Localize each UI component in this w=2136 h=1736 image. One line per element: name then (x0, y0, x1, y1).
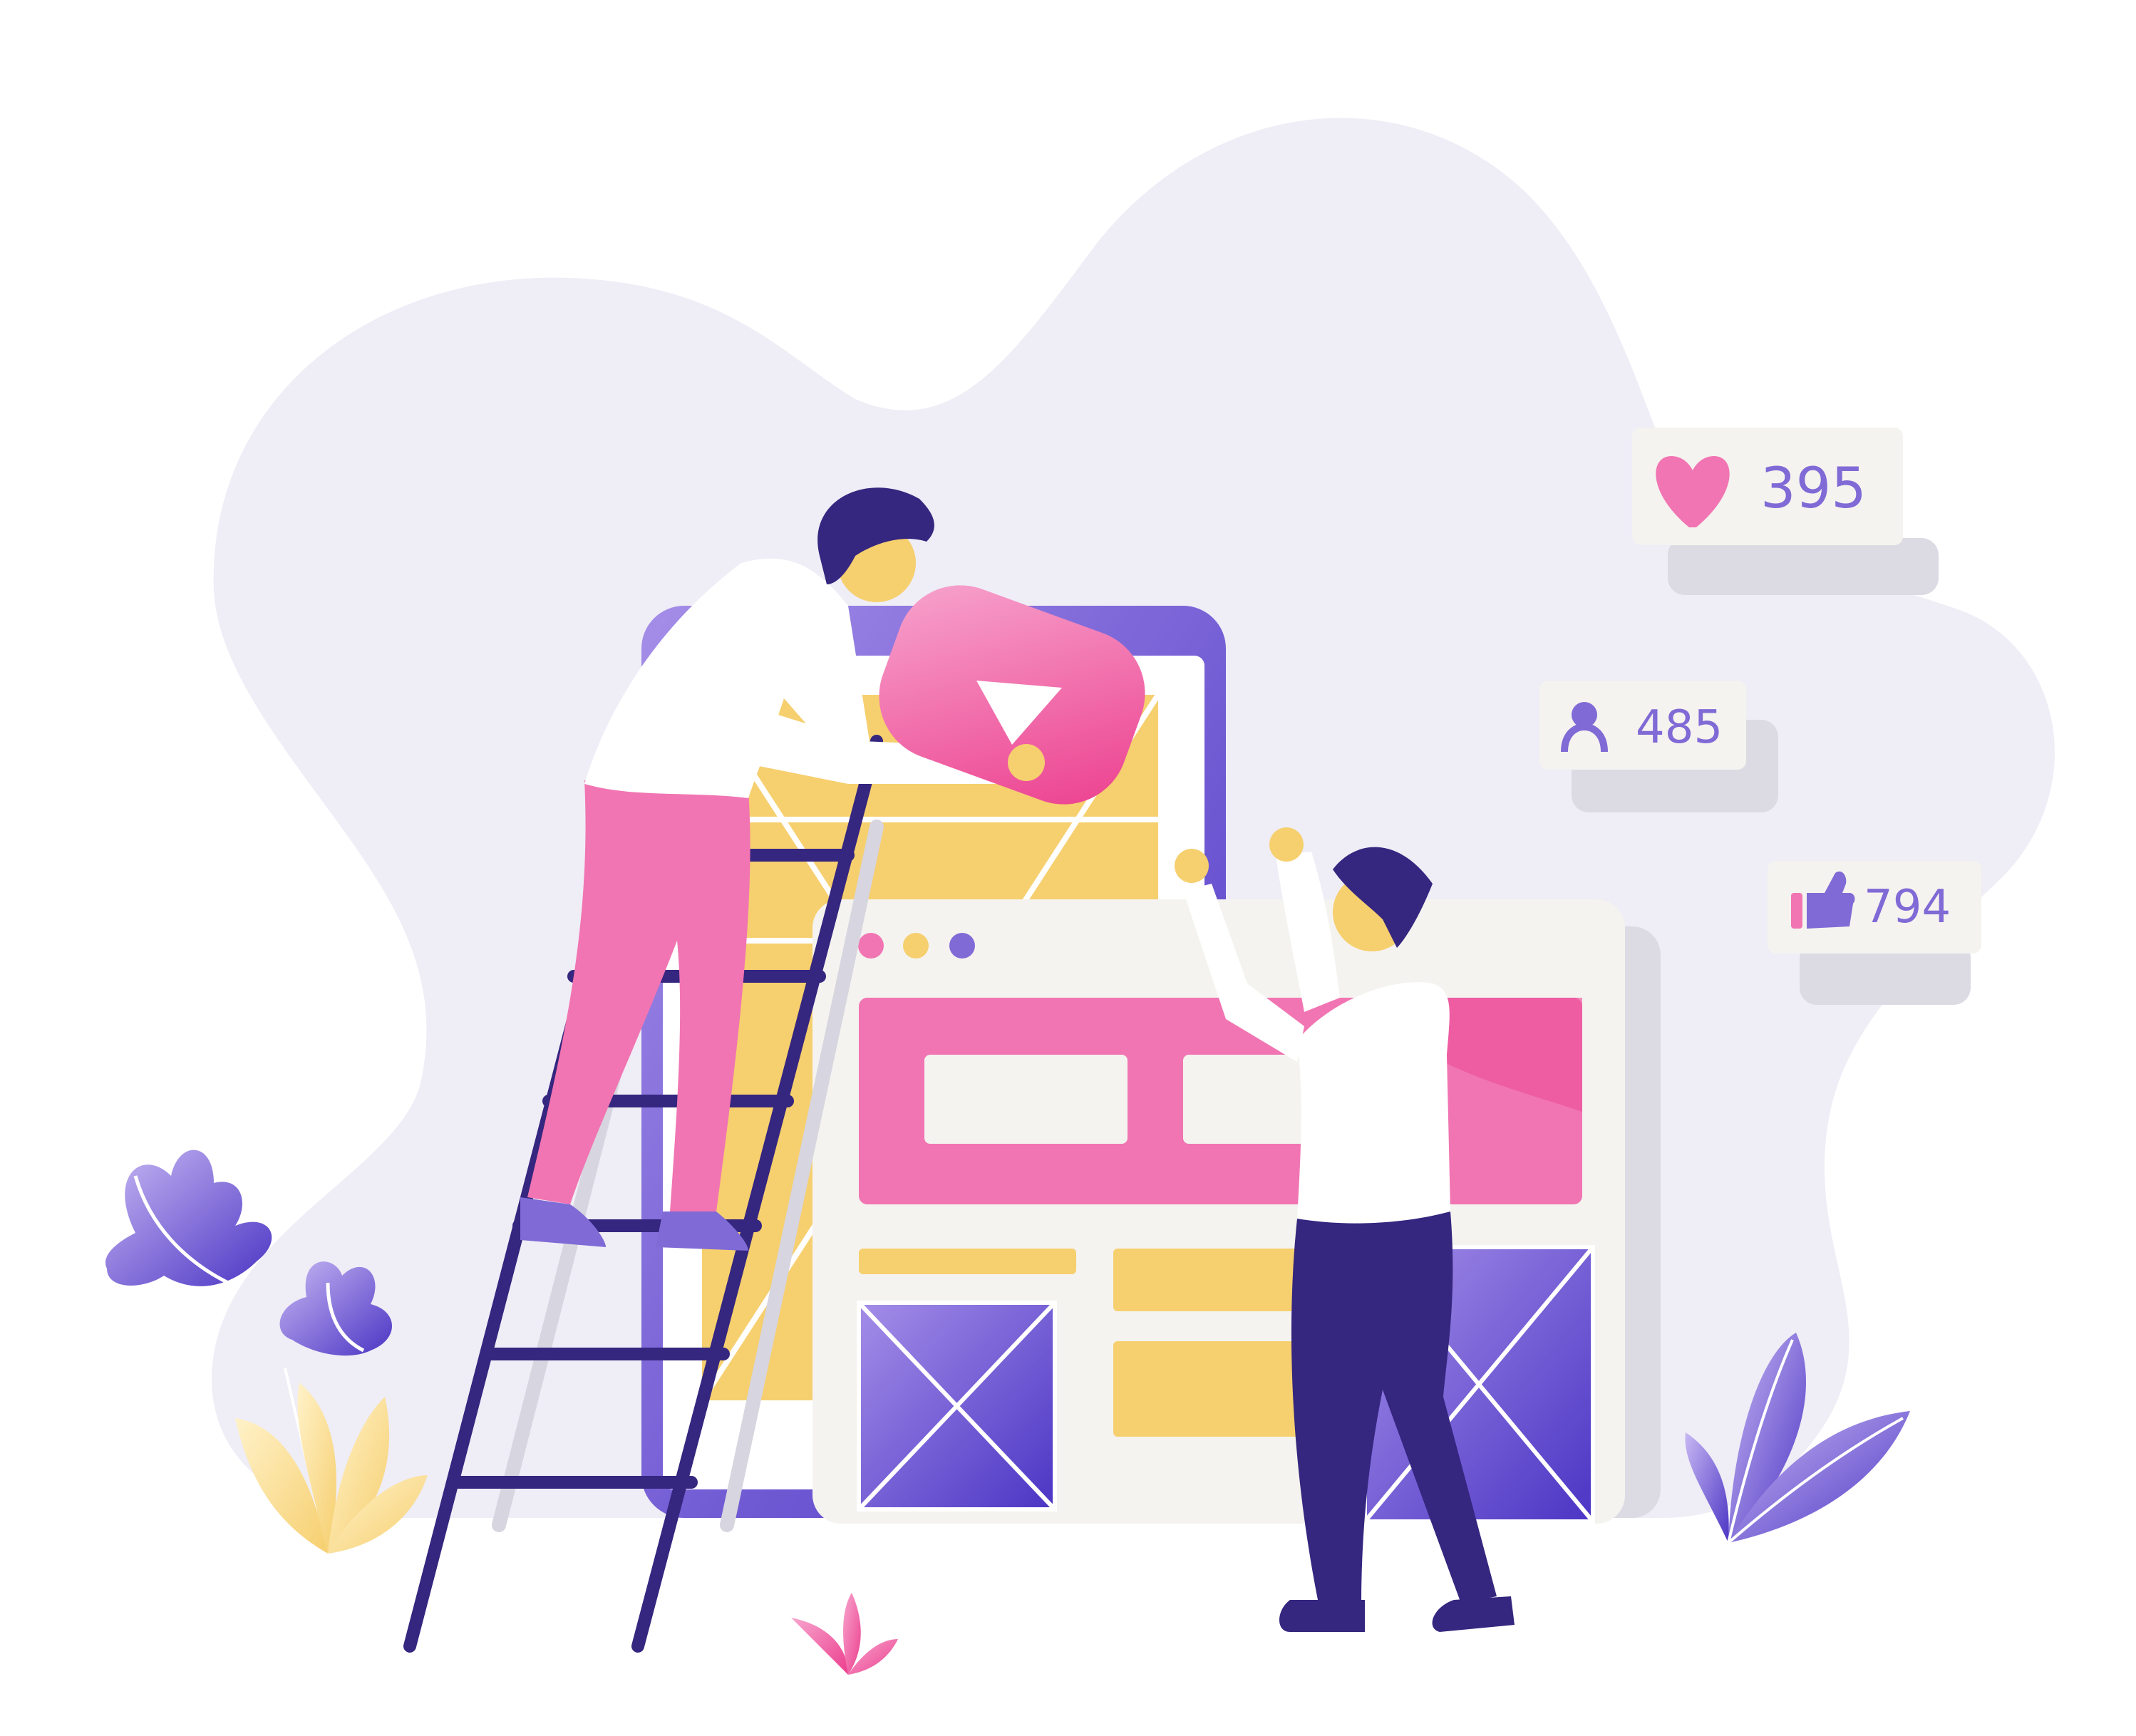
text-bar-1 (859, 1249, 1076, 1274)
thumbs-count: 794 (1864, 881, 1951, 934)
hero-block-1 (924, 1055, 1128, 1144)
plant-small-pink (791, 1593, 898, 1675)
illustration-scene: 395 485 794 (105, 118, 2055, 1675)
likes-badge: 395 (1632, 428, 1939, 595)
window-dot-purple (949, 933, 975, 959)
followers-badge: 485 (1539, 681, 1778, 812)
window-dot-pink (858, 933, 884, 959)
likes-count: 395 (1760, 457, 1867, 521)
thumbs-badge: 794 (1768, 861, 1981, 1005)
window-dot-yellow (903, 933, 929, 959)
man-on-ladder-hand (1008, 744, 1045, 781)
followers-count: 485 (1636, 701, 1723, 754)
image-placeholder-left (857, 1301, 1057, 1512)
